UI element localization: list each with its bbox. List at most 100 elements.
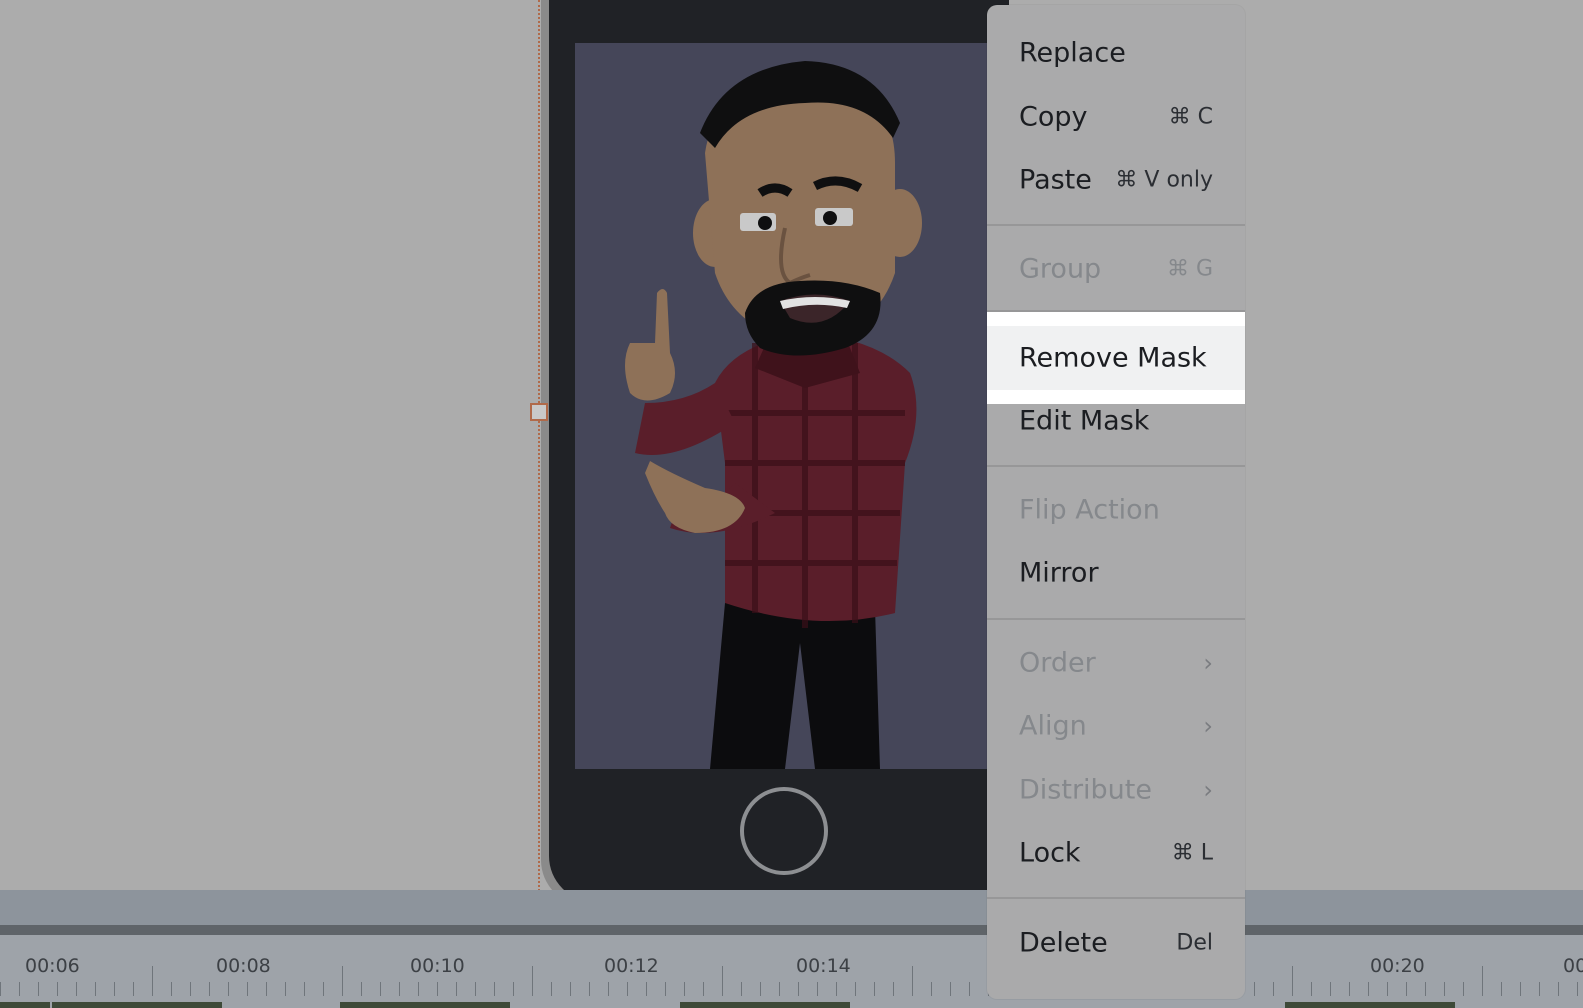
menu-item-label: Delete <box>1019 927 1108 959</box>
ruler-tick <box>969 982 970 996</box>
time-label: 00:20 <box>1370 955 1425 977</box>
menu-item-delete[interactable]: Delete Del <box>987 911 1245 975</box>
menu-item-edit-mask[interactable]: Edit Mask <box>987 389 1245 453</box>
ruler-tick <box>247 982 248 996</box>
ruler-tick <box>266 982 267 996</box>
time-label: 00:14 <box>796 955 851 977</box>
ruler-tick <box>722 966 723 996</box>
menu-item-copy[interactable]: Copy ⌘ C <box>987 85 1245 149</box>
ruler-tick <box>912 966 913 996</box>
menu-item-shortcut: ⌘ V only <box>1115 167 1213 193</box>
menu-divider <box>987 224 1245 226</box>
ruler-tick <box>95 982 96 996</box>
ruler-tick <box>931 982 932 996</box>
ruler-tick <box>76 982 77 996</box>
ruler-tick <box>779 982 780 996</box>
character-illustration[interactable] <box>575 43 995 769</box>
ruler-tick <box>665 982 666 996</box>
time-label: 00:2 <box>1563 955 1583 977</box>
ruler-tick <box>532 966 533 996</box>
menu-item-paste[interactable]: Paste ⌘ V only <box>987 148 1245 212</box>
resize-handle-left[interactable] <box>530 403 548 421</box>
ruler-tick <box>456 982 457 996</box>
menu-item-label: Order <box>1019 647 1096 679</box>
ruler-tick <box>190 982 191 996</box>
chevron-right-icon: › <box>1203 712 1213 740</box>
ruler-tick <box>323 982 324 996</box>
clip-thumbnail[interactable] <box>52 1002 222 1008</box>
ruler-tick <box>836 982 837 996</box>
time-label: 00:06 <box>25 955 80 977</box>
menu-item-remove-mask[interactable]: Remove Mask <box>987 326 1245 390</box>
ruler-tick <box>1330 982 1331 996</box>
time-label: 00:10 <box>410 955 465 977</box>
timeline-ruler[interactable]: 00:06 00:08 00:10 00:12 00:14 00:20 00:2 <box>0 935 1583 1008</box>
ruler-tick <box>342 966 343 996</box>
menu-item-label: Remove Mask <box>1019 342 1207 374</box>
ruler-tick <box>1368 982 1369 996</box>
ruler-tick <box>1254 982 1255 996</box>
ruler-tick <box>855 982 856 996</box>
ruler-tick <box>380 982 381 996</box>
ruler-tick <box>57 982 58 996</box>
ruler-tick <box>418 982 419 996</box>
ruler-tick <box>1501 982 1502 996</box>
ruler-tick <box>399 982 400 996</box>
ruler-tick <box>285 982 286 996</box>
menu-item-replace[interactable]: Replace <box>987 21 1245 85</box>
ruler-tick <box>304 982 305 996</box>
ruler-tick <box>152 966 153 996</box>
menu-item-shortcut: ⌘ C <box>1168 104 1213 130</box>
time-label: 00:12 <box>604 955 659 977</box>
ruler-tick <box>361 982 362 996</box>
ruler-tick <box>1292 966 1293 996</box>
ruler-tick <box>627 982 628 996</box>
menu-item-shortcut: ⌘ G <box>1166 256 1213 282</box>
timeline-scrubber-track[interactable] <box>0 925 1583 935</box>
selection-outline-left <box>538 0 540 915</box>
ruler-tick <box>1539 982 1540 996</box>
ruler-tick <box>1311 982 1312 996</box>
menu-item-label: Edit Mask <box>1019 405 1150 437</box>
ruler-tick <box>703 982 704 996</box>
chevron-right-icon: › <box>1203 776 1213 804</box>
ruler-tick <box>1577 982 1578 996</box>
chevron-right-icon: › <box>1203 649 1213 677</box>
ruler-tick <box>950 982 951 996</box>
menu-item-group[interactable]: Group ⌘ G <box>987 237 1245 301</box>
ruler-tick <box>133 982 134 996</box>
menu-divider <box>987 310 1245 312</box>
ruler-tick <box>475 982 476 996</box>
ruler-tick <box>1425 982 1426 996</box>
ruler-tick <box>1406 982 1407 996</box>
menu-item-label: Mirror <box>1019 557 1099 589</box>
timeline-header <box>0 890 1583 925</box>
ruler-tick <box>0 982 1 996</box>
ruler-tick <box>893 982 894 996</box>
menu-item-distribute[interactable]: Distribute › <box>987 758 1245 822</box>
ruler-tick <box>1273 982 1274 996</box>
menu-item-align[interactable]: Align › <box>987 694 1245 758</box>
ruler-tick <box>760 982 761 996</box>
clip-thumbnail[interactable] <box>680 1002 850 1008</box>
menu-item-label: Copy <box>1019 101 1088 133</box>
menu-item-flip-action[interactable]: Flip Action <box>987 478 1245 542</box>
ruler-tick <box>114 982 115 996</box>
menu-divider <box>987 618 1245 620</box>
ruler-tick <box>19 982 20 996</box>
ruler-tick <box>1558 982 1559 996</box>
menu-item-lock[interactable]: Lock ⌘ L <box>987 821 1245 885</box>
clip-thumbnail[interactable] <box>1285 1002 1455 1008</box>
clip-thumbnail[interactable] <box>340 1002 510 1008</box>
menu-item-order[interactable]: Order › <box>987 631 1245 695</box>
ruler-tick <box>874 982 875 996</box>
menu-item-mirror[interactable]: Mirror <box>987 541 1245 605</box>
ruler-tick <box>608 982 609 996</box>
menu-item-label: Replace <box>1019 37 1126 69</box>
ruler-tick <box>1349 982 1350 996</box>
ruler-tick <box>646 982 647 996</box>
menu-item-shortcut: Del <box>1176 930 1213 956</box>
ruler-tick <box>494 982 495 996</box>
menu-divider <box>987 465 1245 467</box>
clip-thumbnail[interactable] <box>0 1002 50 1008</box>
